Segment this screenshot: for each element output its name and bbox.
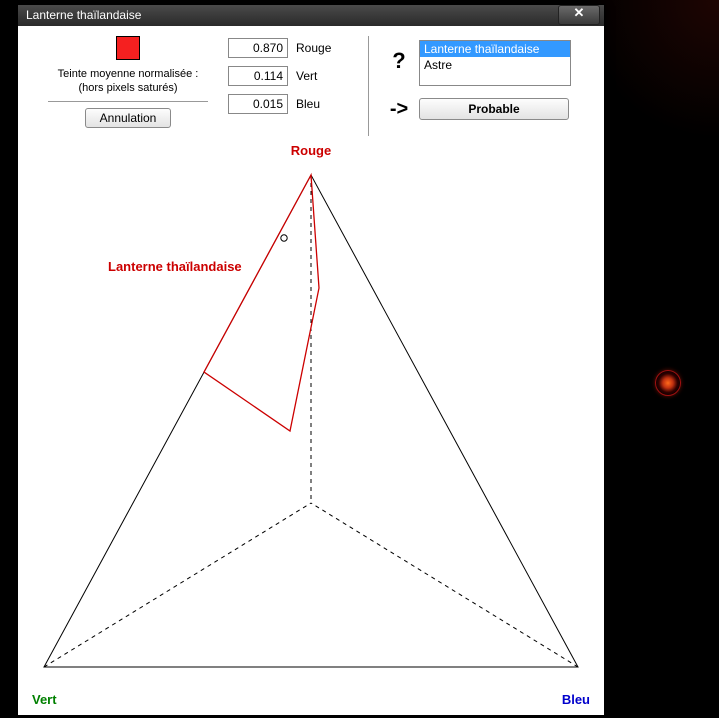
question-mark-icon: ? <box>379 40 419 74</box>
window-title: Lanterne thaïlandaise <box>22 8 558 22</box>
hypothesis-listbox[interactable]: Lanterne thaïlandaise Astre <box>419 40 571 86</box>
vertical-separator <box>368 36 369 136</box>
classification-row: ? Lanterne thaïlandaise Astre <box>379 40 594 86</box>
action-row: -> Probable <box>379 98 594 121</box>
classification-column: ? Lanterne thaïlandaise Astre -> Probabl… <box>379 36 594 139</box>
ternary-chart: Rouge Vert Bleu Lanterne thaïlandaise <box>18 139 604 715</box>
axis-label-rouge: Rouge <box>291 143 331 158</box>
r-value-input[interactable] <box>228 38 288 58</box>
rgb-row-b: Bleu <box>228 94 358 114</box>
axis-label-bleu: Bleu <box>562 692 590 707</box>
b-value-input[interactable] <box>228 94 288 114</box>
cancel-button[interactable]: Annulation <box>85 108 172 128</box>
swatch-label-line2: (hors pixels saturés) <box>28 81 228 95</box>
axis-label-vert: Vert <box>32 692 57 707</box>
color-swatch <box>116 36 140 60</box>
swatch-column: Teinte moyenne normalisée : (hors pixels… <box>28 36 228 139</box>
close-button[interactable]: ✕ <box>558 5 600 25</box>
rgb-row-r: Rouge <box>228 38 358 58</box>
region-polygon <box>204 175 319 431</box>
region-label: Lanterne thaïlandaise <box>108 259 242 274</box>
probable-button[interactable]: Probable <box>419 98 569 120</box>
b-label: Bleu <box>296 97 320 111</box>
ternary-svg <box>26 147 596 707</box>
rgb-row-g: Vert <box>228 66 358 86</box>
top-panel: Teinte moyenne normalisée : (hors pixels… <box>18 26 604 139</box>
arrow-icon: -> <box>379 98 419 121</box>
list-item[interactable]: Lanterne thaïlandaise <box>420 41 570 57</box>
g-label: Vert <box>296 69 317 83</box>
rgb-column: Rouge Vert Bleu <box>228 36 358 139</box>
swatch-label-line1: Teinte moyenne normalisée : <box>28 67 228 81</box>
data-point <box>281 235 287 241</box>
titlebar: Lanterne thaïlandaise ✕ <box>18 5 604 26</box>
g-value-input[interactable] <box>228 66 288 86</box>
median-left <box>44 503 311 667</box>
color-analysis-dialog: Lanterne thaïlandaise ✕ Teinte moyenne n… <box>17 4 605 716</box>
divider <box>48 101 208 102</box>
r-label: Rouge <box>296 41 331 55</box>
list-item[interactable]: Astre <box>420 57 570 73</box>
observed-object-marker <box>655 370 681 396</box>
median-right <box>311 503 578 667</box>
